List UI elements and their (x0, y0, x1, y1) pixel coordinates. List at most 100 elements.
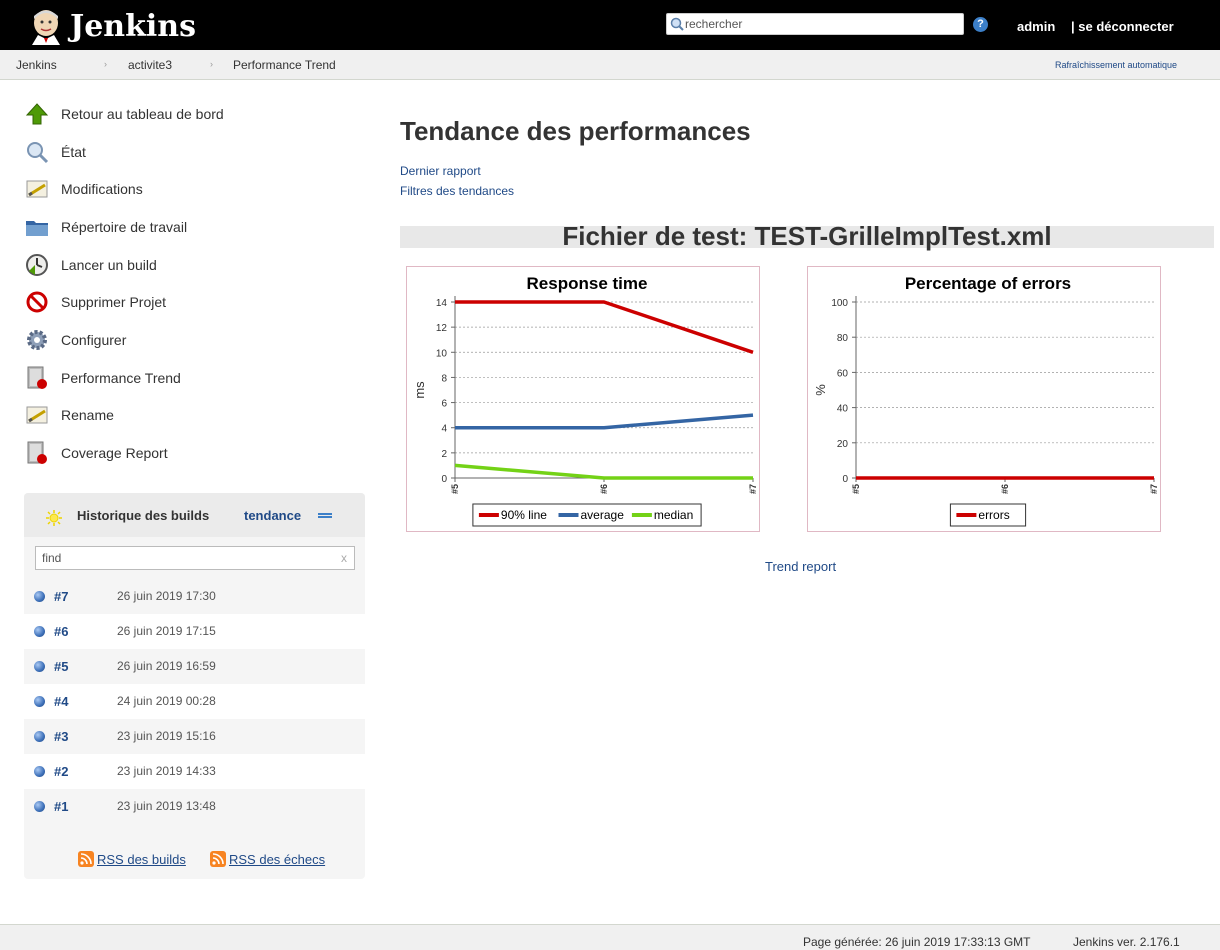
task-label: Supprimer Projet (61, 294, 167, 310)
build-link[interactable]: #1 (54, 799, 68, 814)
build-link[interactable]: #3 (54, 729, 68, 744)
build-history-widget: Historique des builds tendance x #7 26 j… (24, 493, 365, 879)
find-box: x (35, 546, 355, 570)
x-tick-label: #7 (1149, 484, 1159, 494)
trend-link[interactable]: tendance (244, 508, 301, 523)
y-tick-label: 60 (837, 368, 849, 379)
build-link[interactable]: #4 (54, 694, 68, 709)
breadcrumb-separator-icon: › (104, 59, 107, 69)
no-entry-icon (26, 291, 48, 313)
y-tick-label: 80 (837, 333, 849, 344)
task-back-to-dashboard[interactable]: Retour au tableau de bord (25, 102, 224, 126)
build-date: 26 juin 2019 17:15 (117, 624, 216, 638)
build-status-ball-icon (34, 626, 45, 637)
build-date: 23 juin 2019 15:16 (117, 729, 216, 743)
task-coverage-report[interactable]: Coverage Report (25, 441, 168, 465)
task-label: Rename (61, 407, 114, 423)
legend-label: errors (978, 508, 1009, 522)
task-label: Répertoire de travail (61, 219, 188, 235)
breadcrumb-jenkins[interactable]: Jenkins (16, 58, 57, 72)
build-history-header: Historique des builds tendance (24, 493, 365, 537)
x-tick-label: #7 (748, 484, 758, 494)
last-report-link[interactable]: Dernier rapport (400, 164, 481, 178)
y-tick-label: 14 (436, 298, 448, 309)
build-link[interactable]: #2 (54, 764, 68, 779)
x-tick-label: #6 (1000, 484, 1010, 494)
task-label: État (61, 144, 86, 160)
build-status-ball-icon (34, 661, 45, 672)
task-label: Coverage Report (61, 445, 168, 461)
rss-failures-link[interactable]: RSS des échecs (210, 851, 325, 867)
build-status-ball-icon (34, 731, 45, 742)
task-performance-trend[interactable]: Performance Trend (25, 366, 181, 390)
search-box (666, 13, 964, 35)
trend-report-link[interactable]: Trend report (765, 559, 836, 574)
build-row: #2 23 juin 2019 14:33 (24, 754, 365, 789)
user-link[interactable]: admin (1017, 19, 1055, 34)
build-link[interactable]: #7 (54, 589, 68, 604)
build-status-ball-icon (34, 696, 45, 707)
build-status-ball-icon (34, 591, 45, 602)
chart-title: Response time (527, 274, 648, 293)
y-tick-label: 0 (441, 474, 447, 485)
y-tick-label: 8 (441, 373, 447, 384)
response-time-chart: Response time 0 2 4 6 8 10 12 14 ms #5 #6 #7 90% line… (406, 266, 760, 532)
breadcrumb-performance-trend[interactable]: Performance Trend (233, 58, 336, 72)
header-bar: Jenkins ? admin | se déconnecter (0, 0, 1220, 50)
y-tick-label: 40 (837, 404, 849, 415)
report-icon (27, 366, 47, 389)
clear-icon[interactable]: x (341, 551, 347, 565)
breadcrumb: Jenkins › activite3 › Performance Trend … (0, 50, 1220, 80)
up-arrow-icon (25, 103, 49, 125)
y-axis-label: ms (412, 381, 427, 399)
task-status[interactable]: État (25, 140, 86, 164)
task-label: Retour au tableau de bord (61, 106, 224, 122)
auto-refresh-link[interactable]: Rafraîchissement automatique (1055, 60, 1177, 70)
task-workspace[interactable]: Répertoire de travail (25, 215, 187, 239)
notepad-icon (26, 406, 48, 424)
breadcrumb-project[interactable]: activite3 (128, 58, 172, 72)
logo-text: Jenkins (70, 8, 196, 44)
y-tick-label: 6 (441, 399, 447, 410)
build-link[interactable]: #6 (54, 624, 68, 639)
task-changes[interactable]: Modifications (25, 177, 143, 201)
build-history-title: Historique des builds (77, 508, 210, 523)
build-date: 26 juin 2019 16:59 (117, 659, 216, 673)
build-row: #4 24 juin 2019 00:28 (24, 684, 365, 719)
trend-icon[interactable] (318, 513, 332, 518)
rss-builds-link[interactable]: RSS des builds (78, 851, 186, 867)
jenkins-logo[interactable]: Jenkins (28, 6, 196, 46)
y-tick-label: 10 (436, 348, 448, 359)
build-date: 23 juin 2019 13:48 (117, 799, 216, 813)
task-delete-project[interactable]: Supprimer Projet (25, 290, 166, 314)
search-input[interactable] (685, 15, 955, 33)
task-rename[interactable]: Rename (25, 403, 114, 427)
report-icon (27, 441, 47, 464)
search-icon (670, 17, 684, 31)
logout-link[interactable]: | se déconnecter (1071, 19, 1174, 34)
build-date: 26 juin 2019 17:30 (117, 589, 216, 603)
legend-label: median (654, 508, 693, 522)
task-label: Modifications (61, 181, 143, 197)
y-tick-label: 4 (441, 424, 447, 435)
help-icon[interactable]: ? (973, 17, 988, 32)
x-tick-label: #5 (450, 484, 460, 494)
legend-label: average (581, 508, 625, 522)
task-label: Configurer (61, 332, 127, 348)
x-tick-label: #6 (599, 484, 609, 494)
task-build-now[interactable]: Lancer un build (25, 253, 157, 277)
build-status-ball-icon (34, 766, 45, 777)
sun-icon (46, 510, 62, 526)
jenkins-version-link[interactable]: Jenkins ver. 2.176.1 (1073, 935, 1180, 949)
task-configure[interactable]: Configurer (25, 328, 126, 352)
find-input[interactable] (42, 550, 322, 566)
build-status-ball-icon (34, 801, 45, 812)
x-tick-label: #5 (851, 484, 861, 494)
build-row: #3 23 juin 2019 15:16 (24, 719, 365, 754)
build-date: 23 juin 2019 14:33 (117, 764, 216, 778)
test-file-heading-text: Fichier de test: TEST-GrilleImplTest.xml (562, 221, 1052, 251)
footer: Page générée: 26 juin 2019 17:33:13 GMT … (0, 924, 1220, 950)
trend-filters-link[interactable]: Filtres des tendances (400, 184, 514, 198)
task-label: Lancer un build (61, 257, 157, 273)
build-link[interactable]: #5 (54, 659, 68, 674)
